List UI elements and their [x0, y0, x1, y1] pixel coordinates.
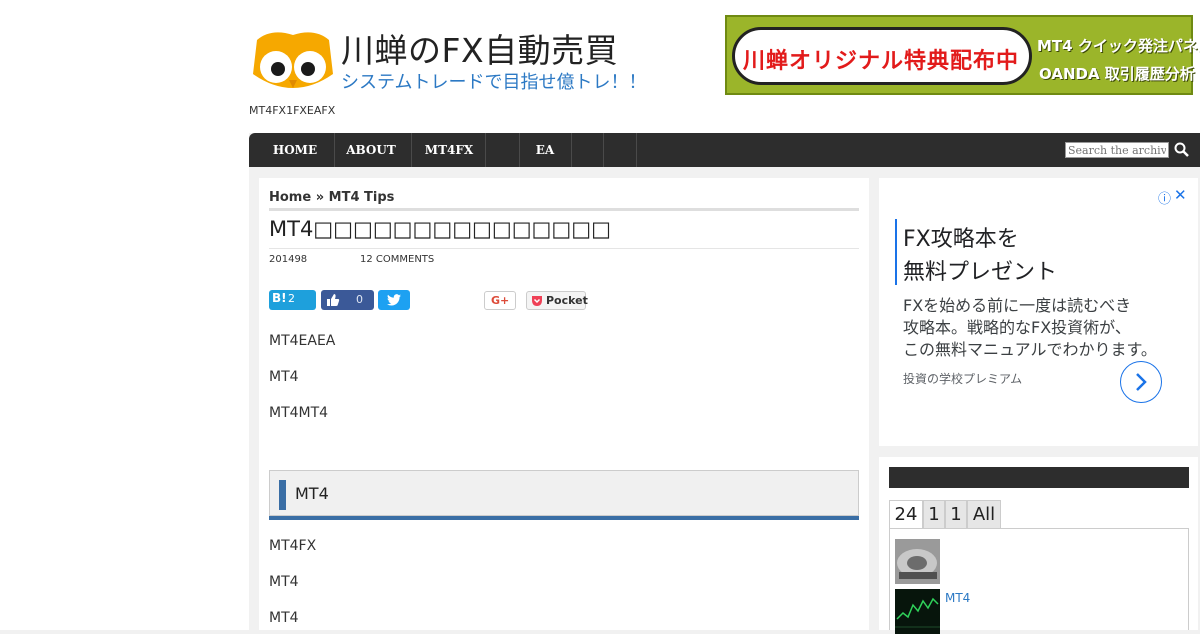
ad-headline[interactable]: 無料プレゼント — [903, 254, 1057, 286]
pocket-button[interactable]: Pocket — [526, 291, 588, 310]
post-paragraph: MT4 — [269, 574, 299, 590]
ad-accent-bar — [895, 219, 897, 285]
google-plus-icon: G+ — [491, 294, 510, 307]
ad-next-button[interactable] — [1120, 361, 1162, 403]
nav-divider — [571, 133, 572, 167]
tab-all[interactable]: All — [967, 500, 1001, 528]
main-nav: HOME ABOUT MT4FX EA — [249, 133, 1200, 167]
ad-headline[interactable]: FX攻略本を — [903, 221, 1019, 253]
post-paragraph: MT4 — [269, 610, 299, 626]
pocket-icon — [532, 296, 542, 306]
owl-logo-icon — [253, 32, 333, 88]
facebook-like-button[interactable]: 0 — [321, 290, 374, 310]
post-paragraph: MT4FX — [269, 538, 317, 554]
nav-item-about[interactable]: ABOUT — [339, 133, 403, 167]
nav-item-home[interactable]: HOME — [263, 133, 327, 167]
search-input[interactable] — [1065, 142, 1169, 158]
post-date: 201498 — [269, 254, 308, 265]
banner-main-text: 川蝉オリジナル特典配布中 — [743, 49, 1020, 74]
banner-line-2: OANDA 取引履歴分析 — [1039, 65, 1195, 83]
breadcrumb-divider — [269, 208, 859, 211]
nav-divider — [334, 133, 335, 167]
section-heading: MT4 — [269, 470, 859, 516]
nav-item-ea[interactable]: EA — [525, 133, 565, 167]
page-margin — [0, 133, 249, 630]
main-content — [259, 178, 869, 630]
nav-divider — [485, 133, 486, 167]
site-title[interactable]: 川蝉のFX自動売買 — [341, 24, 618, 72]
search-icon[interactable] — [1173, 141, 1191, 159]
nav-divider — [411, 133, 412, 167]
ad-source: 投資の学校プレミアム — [903, 372, 1023, 386]
thumbs-up-icon — [327, 294, 340, 306]
hatena-count: 2 — [288, 292, 295, 305]
google-plus-button[interactable]: G+ — [484, 291, 516, 310]
widget-title-bar — [889, 467, 1189, 488]
nav-item-mt4fx[interactable]: MT4FX — [417, 133, 481, 167]
breadcrumb: Home » MT4 Tips — [269, 190, 394, 205]
site-logo[interactable]: 川蝉のFX自動売買 システムトレードで目指せ億トレ！！ — [249, 22, 669, 102]
pocket-label: Pocket — [546, 294, 588, 307]
nav-divider — [519, 133, 520, 167]
twitter-share-button[interactable] — [378, 290, 410, 310]
title-divider — [269, 248, 859, 249]
ad-body-line: FXを始める前に一度は読むべき — [903, 296, 1132, 315]
hatena-bookmark-button[interactable]: B! 2 — [269, 290, 316, 310]
popular-post-link[interactable]: MT4 — [945, 591, 970, 605]
tab-week[interactable]: 1 — [923, 500, 945, 528]
tab-month[interactable]: 1 — [945, 500, 967, 528]
tab-24h[interactable]: 24 — [889, 500, 923, 528]
nav-divider — [636, 133, 637, 167]
post-thumbnail[interactable] — [895, 589, 940, 634]
post-thumbnail[interactable] — [895, 539, 940, 584]
comments-link[interactable]: 12 COMMENTS — [360, 254, 434, 265]
ad-body-line: この無料マニュアルでわかります。 — [903, 340, 1157, 359]
post-paragraph: MT4MT4 — [269, 405, 329, 421]
ad-body-line: 攻略本。戦略的なFX投資術が、 — [903, 318, 1131, 337]
twitter-bird-icon — [387, 294, 401, 306]
heading-underline — [269, 516, 859, 520]
hatena-icon: B! — [272, 291, 287, 305]
site-description: MT4FX1FXEAFX — [249, 104, 336, 117]
chevron-right-icon — [1136, 373, 1147, 391]
heading-accent-bar — [279, 480, 286, 510]
post-paragraph: MT4 — [269, 369, 299, 385]
nav-divider — [603, 133, 604, 167]
post-title: MT4□□□□□□□□□□□□□□□ — [269, 217, 611, 241]
promo-banner[interactable]: 川蝉オリジナル特典配布中 MT4 クイック発注パネル OANDA 取引履歴分析 — [725, 15, 1200, 95]
section-heading-text: MT4 — [295, 484, 329, 503]
banner-pill: 川蝉オリジナル特典配布中 — [732, 27, 1032, 85]
breadcrumb-current[interactable]: MT4 Tips — [329, 190, 395, 205]
breadcrumb-home-link[interactable]: Home — [269, 190, 311, 205]
ad-close-icon[interactable]: ✕ — [1174, 186, 1187, 204]
site-tagline: システムトレードで目指せ億トレ！！ — [341, 72, 647, 93]
post-paragraph: MT4EAEA — [269, 333, 336, 349]
ad-info-icon[interactable]: ⓘ — [1158, 188, 1171, 207]
banner-line-1: MT4 クイック発注パネル — [1037, 37, 1200, 55]
facebook-count: 0 — [356, 293, 363, 306]
breadcrumb-separator: » — [315, 190, 325, 205]
